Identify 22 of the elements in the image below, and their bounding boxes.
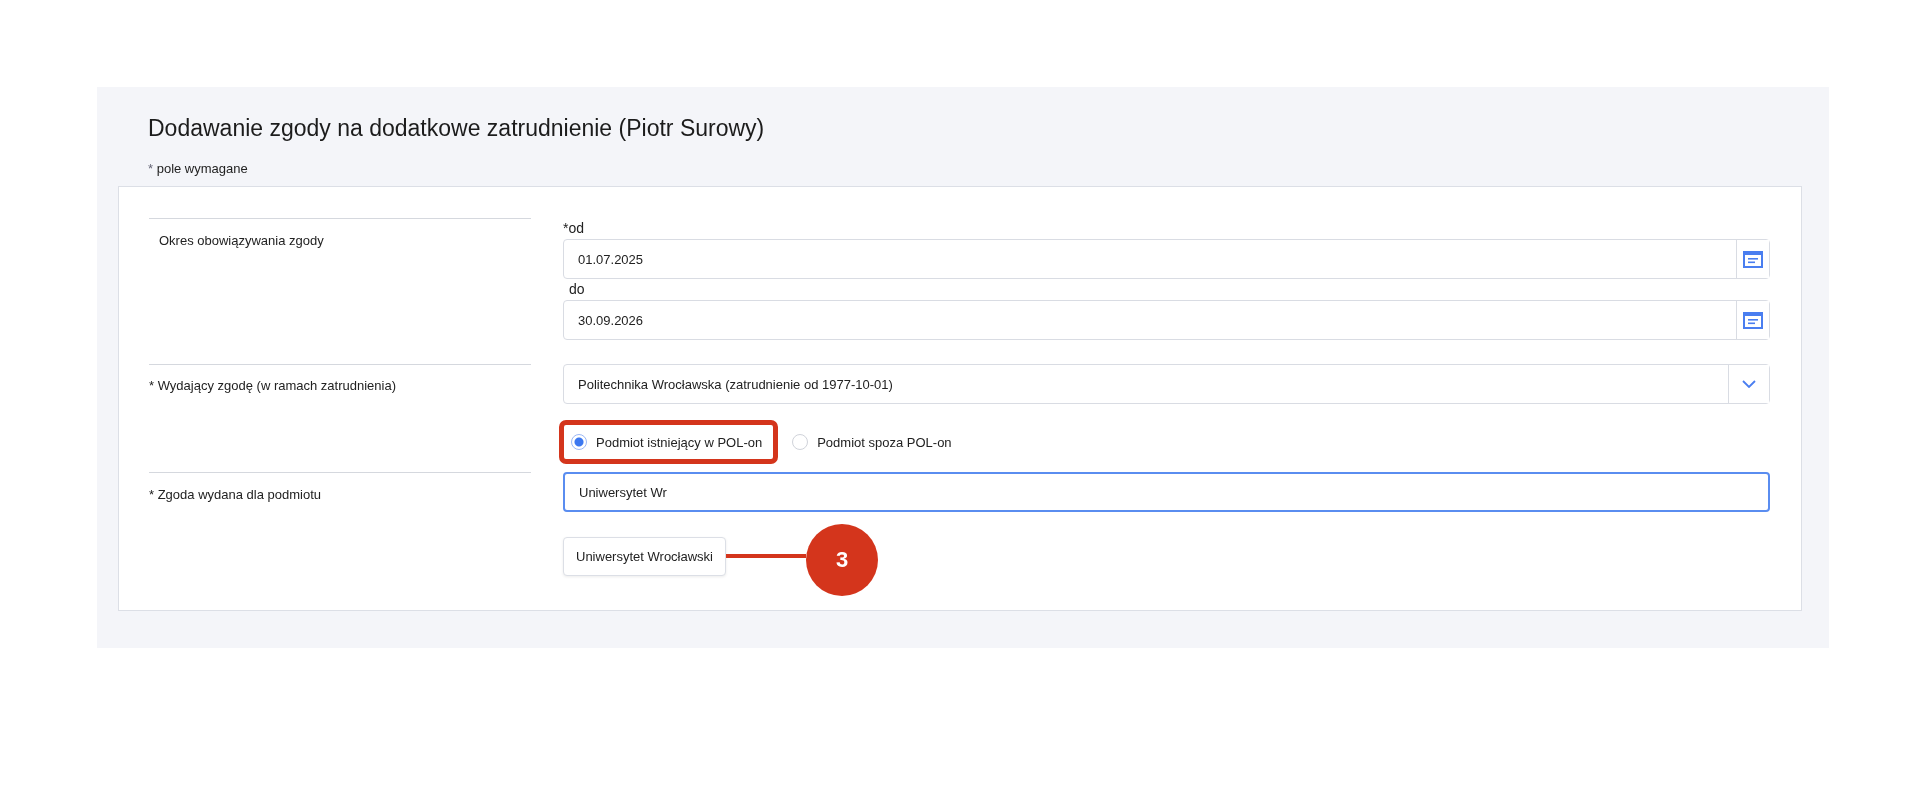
date-field[interactable]: 30.09.2026 xyxy=(563,300,1770,340)
required-note: * pole wymagane xyxy=(148,161,249,176)
issuer-select[interactable]: Politechnika Wrocławska (zatrudnienie od 1977-10-01) xyxy=(563,364,1770,404)
radio-option[interactable]: Podmiot istniejący w POL-on xyxy=(563,422,773,462)
date-label: *od xyxy=(563,220,586,236)
calendar-button[interactable] xyxy=(1736,240,1769,278)
field-label: Okres obowiązywania zgody xyxy=(149,218,531,340)
suggestion-item[interactable]: Uniwersytet Wrocławski xyxy=(563,536,726,576)
calendar-icon xyxy=(1743,311,1763,329)
radio-option[interactable]: Podmiot spoza POL-on xyxy=(784,422,962,462)
chevron-down-icon xyxy=(1742,380,1756,388)
radio-button[interactable] xyxy=(571,434,587,450)
entity-input[interactable]: Uniwersytet Wr xyxy=(563,472,1770,512)
step-marker: 3 xyxy=(806,524,878,596)
date-label: do xyxy=(569,281,586,297)
date-field[interactable]: 01.07.2025 xyxy=(563,239,1770,279)
field-label: * Zgoda wydana dla podmiotu xyxy=(149,472,531,596)
radio-button[interactable] xyxy=(792,434,809,450)
page-title: Dodawanie zgody na dodatkowe zatrudnienie (Piotr Surowy) xyxy=(148,115,766,143)
field-label: * Wydający zgodę (w ramach zatrudnienia) xyxy=(149,364,531,462)
calendar-icon xyxy=(1743,250,1763,268)
calendar-button[interactable] xyxy=(1736,301,1769,339)
